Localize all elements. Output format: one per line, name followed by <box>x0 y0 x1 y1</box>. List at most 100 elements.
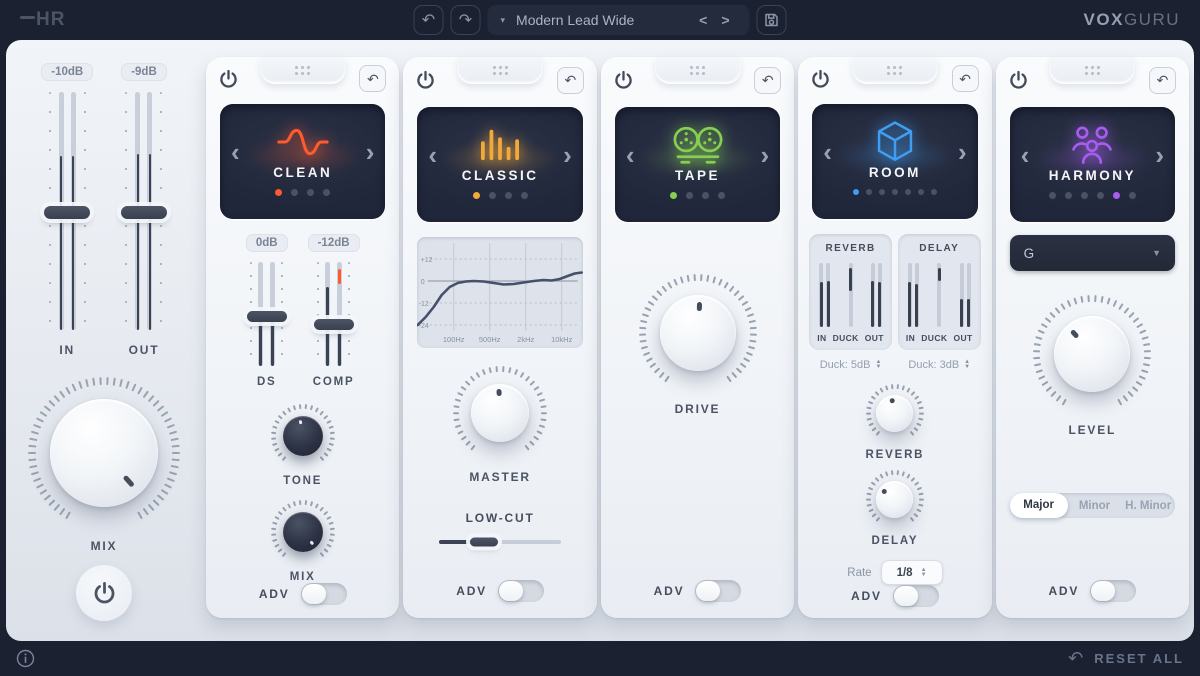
delay-duck-stepper[interactable]: Duck: 3dB ▲▼ <box>898 359 981 371</box>
meter-col-label: IN <box>817 333 826 343</box>
reset-icon: ↶ <box>959 72 971 86</box>
input-fader[interactable] <box>49 92 86 330</box>
ds-fader-label: DS <box>257 376 277 388</box>
module-power-button[interactable] <box>416 70 435 90</box>
global-power-button[interactable] <box>76 565 132 621</box>
comp-fader-label: COMP <box>313 376 355 388</box>
reverb-meter-title: REVERB <box>826 243 876 254</box>
eq-curve[interactable] <box>418 273 582 326</box>
module-power-button[interactable] <box>614 70 633 90</box>
redo-button[interactable]: ↷ <box>451 5 481 35</box>
prev-effect-chevron[interactable]: ‹ <box>1021 142 1030 168</box>
module-reset-button[interactable]: ↶ <box>359 65 386 92</box>
next-effect-chevron[interactable]: › <box>761 142 770 168</box>
drag-handle[interactable] <box>260 57 346 84</box>
sine-wave-icon <box>276 119 330 165</box>
stepper-arrows-icon[interactable]: ▲▼ <box>964 360 970 370</box>
reverb-knob[interactable] <box>866 384 924 442</box>
reverb-duck-stepper[interactable]: Duck: 5dB ▲▼ <box>809 359 892 371</box>
save-preset-button[interactable] <box>757 5 787 35</box>
fader-handle[interactable] <box>314 319 354 330</box>
next-effect-chevron[interactable]: › <box>1155 142 1164 168</box>
prev-effect-chevron[interactable]: ‹ <box>823 139 832 165</box>
knob-pointer <box>658 294 737 373</box>
fader-handle[interactable] <box>121 206 167 219</box>
adv-toggle[interactable] <box>498 580 544 602</box>
level-knob[interactable] <box>1033 295 1151 413</box>
module-power-button[interactable] <box>1009 70 1028 90</box>
output-fader[interactable] <box>125 92 162 330</box>
duck-meter <box>849 263 853 327</box>
lowcut-slider[interactable] <box>439 540 561 544</box>
scale-option-major[interactable]: Major <box>1010 493 1068 518</box>
clean-mix-knob[interactable] <box>271 500 335 564</box>
preset-next-button[interactable]: > <box>714 12 736 28</box>
reset-icon: ↶ <box>367 72 379 86</box>
key-dropdown[interactable]: G ▼ <box>1010 235 1175 271</box>
toggle-knob <box>894 586 918 606</box>
module-reset-button[interactable]: ↶ <box>952 65 979 92</box>
drag-handle[interactable] <box>1049 57 1135 84</box>
eq-bars-icon <box>479 122 521 168</box>
fader-handle[interactable] <box>247 311 287 322</box>
adv-toggle[interactable] <box>695 580 741 602</box>
master-knob[interactable] <box>453 366 547 460</box>
prev-effect-chevron[interactable]: ‹ <box>626 142 635 168</box>
drag-handle[interactable] <box>457 57 543 84</box>
delay-knob[interactable] <box>866 470 924 528</box>
effect-pagination-dots[interactable] <box>670 192 725 199</box>
module-reset-button[interactable]: ↶ <box>754 67 781 94</box>
module-screen: ‹ › HARMONY <box>1010 107 1175 222</box>
reset-all-button[interactable]: ↶ RESET ALL <box>1068 648 1184 669</box>
reset-icon: ↶ <box>762 73 774 87</box>
adv-label: ADV <box>654 584 685 598</box>
tone-knob[interactable] <box>271 404 335 468</box>
preset-prev-button[interactable]: < <box>692 12 714 28</box>
eq-x-label: 500Hz <box>479 335 501 344</box>
undo-icon: ↶ <box>422 10 435 30</box>
effect-pagination-dots[interactable] <box>1049 192 1136 199</box>
comp-fader[interactable] <box>317 262 350 366</box>
next-effect-chevron[interactable]: › <box>366 139 375 165</box>
brand-bold: VOX <box>1084 10 1124 29</box>
module-room: ↶ ‹ › ROOM REVERB <box>798 57 991 618</box>
preset-selector[interactable]: ▾ Modern Lead Wide < > <box>488 5 750 35</box>
next-effect-chevron[interactable]: › <box>563 142 572 168</box>
module-power-button[interactable] <box>811 69 830 89</box>
slider-handle[interactable] <box>470 538 498 547</box>
scale-option-h-minor[interactable]: H. Minor <box>1121 500 1175 512</box>
rate-stepper[interactable]: 1/8 ▲▼ <box>881 560 943 585</box>
prev-effect-chevron[interactable]: ‹ <box>428 142 437 168</box>
module-harmony: ↶ ‹ › HARMONY <box>996 57 1189 618</box>
module-power-button[interactable] <box>219 69 238 89</box>
stepper-arrows-icon[interactable]: ▲▼ <box>875 360 881 370</box>
effect-pagination-dots[interactable] <box>473 192 528 199</box>
toggle-knob <box>499 581 523 601</box>
global-mix-knob[interactable] <box>28 377 180 529</box>
tone-knob-block: TONE <box>206 404 399 487</box>
caret-down-icon: ▾ <box>501 15 506 26</box>
advanced-row: ADV <box>996 580 1189 602</box>
effect-name: TAPE <box>675 168 720 183</box>
effect-pagination-dots[interactable] <box>275 189 330 196</box>
effect-pagination-dots[interactable] <box>853 189 937 195</box>
adv-toggle[interactable] <box>1090 580 1136 602</box>
ds-fader[interactable] <box>250 262 283 366</box>
undo-button[interactable]: ↶ <box>414 5 444 35</box>
scale-option-minor[interactable]: Minor <box>1068 500 1122 512</box>
info-button[interactable] <box>16 649 35 668</box>
drag-handle[interactable] <box>655 57 741 84</box>
next-effect-chevron[interactable]: › <box>958 139 967 165</box>
module-reset-button[interactable]: ↶ <box>1149 67 1176 94</box>
fader-handle[interactable] <box>44 206 90 219</box>
adv-toggle[interactable] <box>301 583 347 605</box>
adv-label: ADV <box>851 589 882 603</box>
adv-toggle[interactable] <box>893 585 939 607</box>
module-reset-button[interactable]: ↶ <box>557 67 584 94</box>
grip-dots-icon <box>690 66 705 75</box>
prev-effect-chevron[interactable]: ‹ <box>231 139 240 165</box>
stepper-arrows-icon[interactable]: ▲▼ <box>921 568 927 578</box>
drive-knob[interactable] <box>639 274 757 392</box>
drag-handle[interactable] <box>852 57 938 84</box>
module-clean: ↶ ‹ › CLEAN 0dB <box>206 57 399 618</box>
